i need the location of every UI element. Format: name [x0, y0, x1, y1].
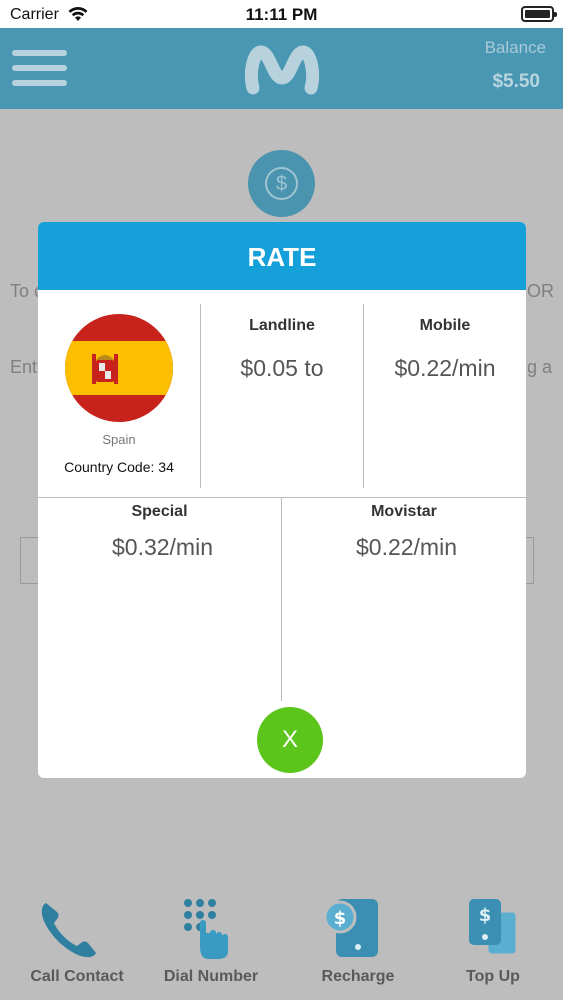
spain-flag-icon — [65, 314, 173, 422]
background-text-line1-end: OR — [527, 281, 554, 301]
modal-title: RATE — [247, 242, 317, 272]
tab-label: Call Contact — [30, 968, 124, 985]
svg-text:$: $ — [479, 905, 492, 926]
clock-time: 11:11 PM — [245, 5, 318, 24]
movistar-logo-icon — [245, 45, 319, 95]
tab-dial-number[interactable]: Dial Number — [150, 885, 272, 1000]
divider — [281, 498, 282, 701]
hamburger-menu-icon[interactable] — [12, 50, 67, 86]
special-rate: $0.32/min — [111, 534, 213, 560]
balance-value: $5.50 — [492, 71, 540, 92]
status-bar: Carrier 11:11 PM — [0, 0, 563, 28]
background-text-line2-start: Ent — [10, 357, 38, 377]
battery-icon — [521, 6, 557, 22]
tab-recharge[interactable]: $ Recharge — [300, 885, 416, 1000]
topup-cards-icon: $ — [469, 899, 519, 957]
close-button[interactable]: X — [257, 707, 323, 773]
svg-text:$: $ — [334, 908, 347, 929]
landline-label: Landline — [249, 317, 315, 334]
tab-call-contact[interactable]: Call Contact — [18, 885, 136, 1000]
bottom-tab-bar: Call Contact Dial Number $ Recharge $ To… — [0, 885, 563, 1000]
background-text-line2-end: g a — [527, 357, 553, 377]
country-name: Spain — [102, 432, 136, 447]
tab-label: Top Up — [466, 968, 520, 985]
phone-icon — [41, 903, 96, 958]
divider — [38, 497, 526, 498]
dollar-coin-icon: $ — [248, 150, 315, 217]
tab-label: Dial Number — [163, 968, 259, 985]
modal-header: RATE — [38, 222, 526, 290]
country-code: Country Code: 34 — [64, 459, 174, 475]
tab-top-up[interactable]: $ Top Up — [437, 885, 549, 1000]
balance-label: Balance — [484, 38, 546, 57]
mobile-rate: $0.22/min — [394, 355, 496, 381]
movistar-rate: $0.22/min — [355, 534, 457, 560]
movistar-label: Movistar — [371, 503, 437, 520]
rate-modal: RATE Spain Country Code: 34 Landline $0.… — [38, 222, 526, 778]
mobile-label: Mobile — [419, 317, 471, 334]
landline-rate: $0.05 to — [240, 355, 324, 381]
keypad-hand-icon — [184, 899, 228, 959]
recharge-phone-icon: $ — [323, 899, 378, 957]
app-header: Balance $5.50 — [0, 28, 563, 109]
tab-label: Recharge — [321, 968, 395, 985]
special-label: Special — [131, 503, 188, 520]
